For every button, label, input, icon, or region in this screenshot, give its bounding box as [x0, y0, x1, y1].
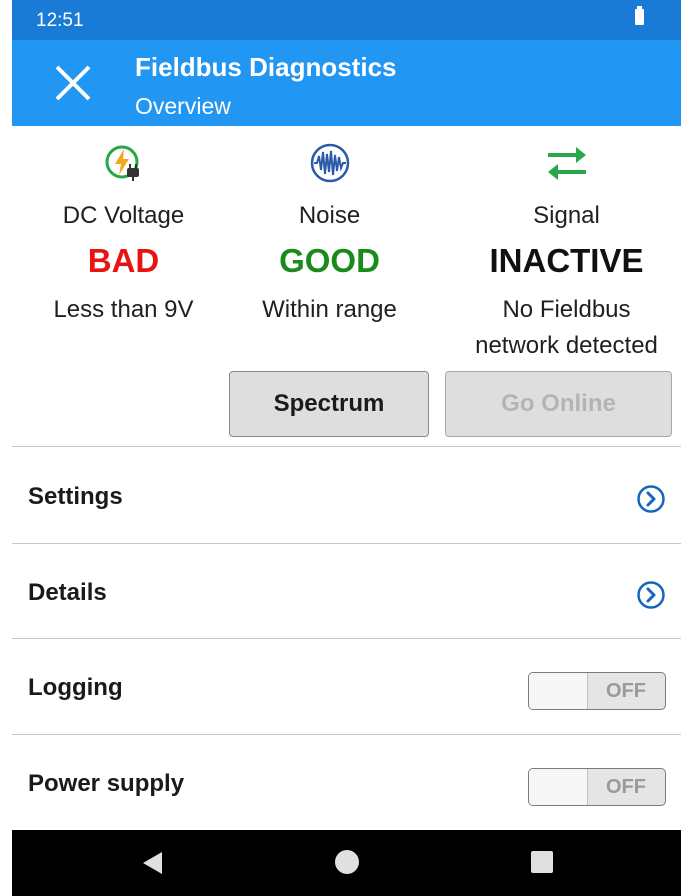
divider	[12, 638, 681, 639]
close-icon	[55, 65, 91, 101]
dc-voltage-label: DC Voltage	[62, 202, 185, 229]
chevron-right-circle-icon	[637, 581, 665, 609]
home-icon[interactable]	[335, 850, 359, 874]
signal-label: Signal	[533, 202, 600, 229]
noise-waveform-icon	[310, 143, 349, 183]
signal-state: INACTIVE	[489, 242, 644, 279]
go-online-button[interactable]: Go Online	[445, 371, 672, 437]
spectrum-button[interactable]: Spectrum	[229, 371, 429, 437]
logging-toggle[interactable]: OFF	[528, 672, 666, 710]
power-supply-toggle[interactable]: OFF	[528, 768, 666, 806]
details-label: Details	[28, 579, 107, 606]
screen: 12:51 Fieldbus Diagnostics Overview DC V…	[12, 0, 681, 896]
close-button[interactable]	[50, 60, 96, 106]
power-supply-row: Power supply OFF	[12, 737, 681, 832]
divider	[12, 446, 681, 447]
battery-icon	[635, 6, 644, 25]
settings-label: Settings	[28, 483, 123, 510]
signal-detail: No Fieldbus network detected	[475, 296, 658, 359]
details-row[interactable]: Details	[12, 546, 681, 641]
noise-state: GOOD	[279, 242, 380, 279]
recent-apps-icon[interactable]	[531, 851, 553, 873]
toggle-knob	[529, 673, 588, 709]
chevron-right-circle-icon	[637, 485, 665, 513]
settings-row[interactable]: Settings	[12, 450, 681, 545]
app-title: Fieldbus Diagnostics	[135, 52, 397, 82]
status-bar: 12:51	[12, 0, 681, 40]
dc-power-plug-icon	[105, 145, 139, 181]
app-bar: Fieldbus Diagnostics Overview	[12, 40, 681, 126]
app-subtitle: Overview	[135, 93, 231, 119]
noise-label: Noise	[298, 202, 361, 229]
dc-voltage-detail: Less than 9V	[53, 296, 194, 323]
toggle-knob	[529, 769, 588, 805]
toggle-state: OFF	[606, 679, 646, 702]
signal-arrows-icon	[547, 147, 586, 180]
status-time: 12:51	[36, 10, 84, 31]
dc-voltage-state: BAD	[87, 242, 160, 279]
status-noise: Noise GOOD Within range	[218, 126, 441, 356]
power-supply-label: Power supply	[28, 770, 185, 797]
logging-row: Logging OFF	[12, 641, 681, 736]
status-dc-voltage: DC Voltage BAD Less than 9V	[12, 126, 235, 356]
noise-detail: Within range	[262, 296, 397, 323]
toggle-state: OFF	[606, 775, 646, 798]
status-signal: Signal INACTIVE No Fieldbus network dete…	[452, 126, 681, 359]
logging-label: Logging	[28, 674, 123, 701]
divider	[12, 543, 681, 544]
back-icon[interactable]	[143, 852, 162, 874]
navigation-bar	[12, 830, 681, 896]
divider	[12, 734, 681, 735]
